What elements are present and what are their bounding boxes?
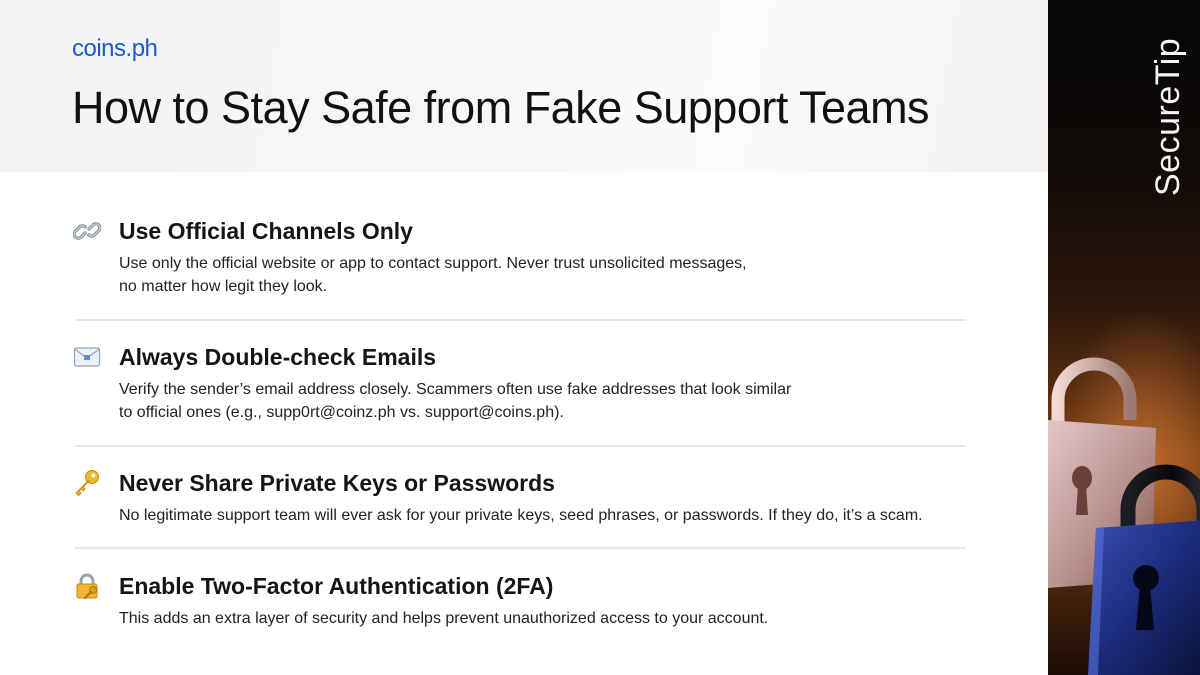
divider [75,547,966,549]
tip-title: Use Official Channels Only [119,218,413,244]
tip-description: This adds an extra layer of security and… [119,607,979,630]
link-icon [72,218,102,244]
tip-description-line: No legitimate support team will ever ask… [119,507,923,524]
locked-with-key-icon [72,573,102,599]
coins-ph-logo[interactable]: coins.ph [72,35,158,63]
securetip-label: SecureTip [1149,37,1187,196]
tip-description-line: Verify the sender’s email address closel… [119,381,792,398]
tip-title: Always Double-check Emails [119,344,437,370]
divider [75,319,966,321]
side-panel: SecureTip [1048,0,1200,675]
key-icon [72,470,102,496]
page-title: How to Stay Safe from Fake Support Teams [72,82,930,133]
tip-description-line: Use only the official website or app to … [119,255,747,272]
tip-description: No legitimate support team will ever ask… [119,504,979,527]
padlock-illustration [1048,357,1200,675]
tip-title: Never Share Private Keys or Passwords [119,470,555,496]
tip-description-line: no matter how legit they look. [119,278,328,295]
header-banner: coins.ph How to Stay Safe from Fake Supp… [0,0,1048,172]
tip-description-line: to official ones (e.g., supp0rt@coinz.ph… [119,404,564,421]
tip-description: Use only the official website or app to … [119,252,979,298]
tip-description: Verify the sender’s email address closel… [119,378,979,424]
divider [75,445,966,447]
tip-description-line: This adds an extra layer of security and… [119,610,769,627]
envelope-icon [72,344,102,370]
tip-title: Enable Two-Factor Authentication (2FA) [119,573,554,599]
